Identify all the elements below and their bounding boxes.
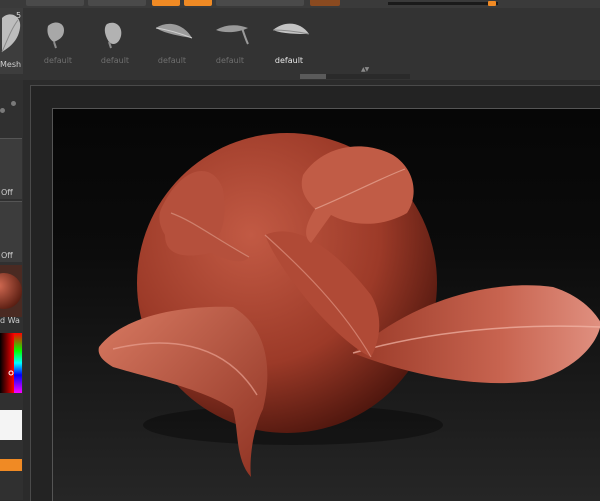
material-sphere-icon xyxy=(0,273,22,309)
color-swatch-button[interactable] xyxy=(310,0,340,6)
accent-button[interactable] xyxy=(0,459,22,471)
document-canvas[interactable] xyxy=(52,108,600,501)
preset-item[interactable]: default xyxy=(32,14,84,68)
toolbar-button[interactable] xyxy=(216,0,304,6)
preset-label: default xyxy=(274,56,304,65)
mesh-count-badge: 5 xyxy=(16,11,22,20)
dot-icon xyxy=(11,101,16,106)
toggle-label: Off xyxy=(1,251,13,260)
mesh-label: Mesh xyxy=(0,60,22,69)
preset-label: default xyxy=(100,56,130,65)
leaf-left[interactable] xyxy=(98,306,268,477)
color-gradient-icon xyxy=(0,333,22,393)
material-label: d Wa xyxy=(0,316,20,325)
leaf-brush-icon xyxy=(47,22,64,49)
preset-item[interactable]: default xyxy=(89,14,141,68)
material-preview[interactable] xyxy=(0,265,22,317)
toolbar-toggle-orange[interactable] xyxy=(184,0,212,6)
scroll-arrows-icon[interactable]: ▲▼ xyxy=(361,66,369,73)
leaf-brush-icon xyxy=(216,25,249,45)
top-toolbar xyxy=(0,0,600,8)
toolbar-slider-track[interactable] xyxy=(388,2,498,5)
color-swatch[interactable] xyxy=(0,410,22,440)
leaf-brush-icon xyxy=(155,23,193,39)
sculpt-scene[interactable] xyxy=(53,109,600,501)
toggle-button[interactable]: Off xyxy=(0,201,22,262)
preset-label: default xyxy=(157,56,187,65)
shelf-scrollbar-thumb[interactable] xyxy=(300,74,326,79)
toolbar-button[interactable] xyxy=(88,0,146,6)
preset-label: default xyxy=(215,56,245,65)
dot-icon xyxy=(0,108,5,113)
preset-item[interactable]: default xyxy=(204,14,256,68)
toggle-button[interactable]: Off xyxy=(0,138,22,199)
preset-item[interactable]: default xyxy=(146,14,198,68)
color-picker[interactable] xyxy=(0,333,22,393)
preset-label: default xyxy=(43,56,73,65)
toolbar-button[interactable] xyxy=(26,0,84,6)
leaf-brush-icon xyxy=(272,23,310,35)
toolbar-toggle-orange[interactable] xyxy=(152,0,180,6)
preset-item-selected[interactable]: default xyxy=(263,14,315,68)
leaf-brush-icon xyxy=(104,22,122,49)
toggle-label: Off xyxy=(1,188,13,197)
toolbar-slider-knob[interactable] xyxy=(488,1,496,6)
